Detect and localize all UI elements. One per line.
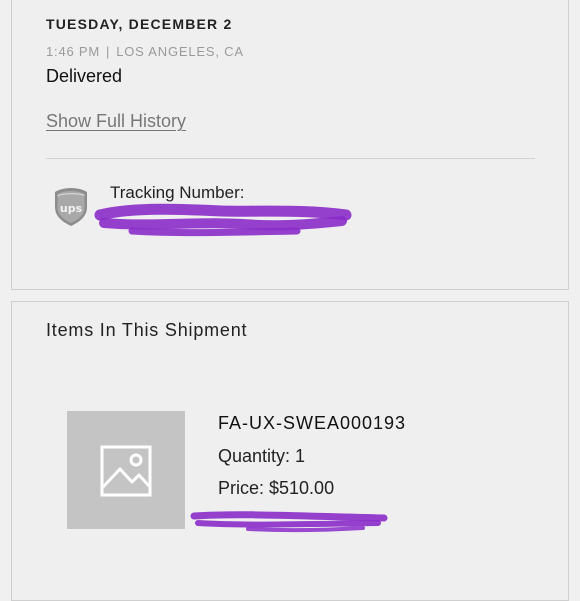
redaction-scribble — [94, 203, 352, 237]
event-location: LOS ANGELES, CA — [116, 44, 244, 59]
item-sku[interactable]: FA-UX-SWEA000193 — [218, 413, 406, 434]
svg-text:ups: ups — [60, 202, 83, 215]
ups-logo-icon: ups — [54, 187, 88, 227]
event-date: TUESDAY, DECEMBER 2 — [46, 16, 233, 32]
product-image-placeholder[interactable] — [67, 411, 185, 529]
event-separator: | — [106, 44, 111, 59]
event-time: 1:46 PM — [46, 44, 101, 59]
redaction-scribble — [190, 511, 388, 533]
event-meta: 1:46 PM | LOS ANGELES, CA — [46, 44, 244, 59]
show-full-history-link[interactable]: Show Full History — [46, 111, 186, 132]
delivery-status: Delivered — [46, 66, 123, 86]
image-placeholder-icon — [100, 445, 152, 497]
item-price: Price: $510.00 — [218, 478, 335, 498]
tracking-card: TUESDAY, DECEMBER 2 1:46 PM | LOS ANGELES,… — [11, 0, 569, 290]
items-section-title: Items In This Shipment — [46, 320, 248, 340]
divider — [46, 158, 535, 159]
shipment-items-card: Items In This Shipment FA-UX-SWEA000193 … — [11, 301, 569, 601]
item-quantity: Quantity: 1 — [218, 446, 306, 466]
